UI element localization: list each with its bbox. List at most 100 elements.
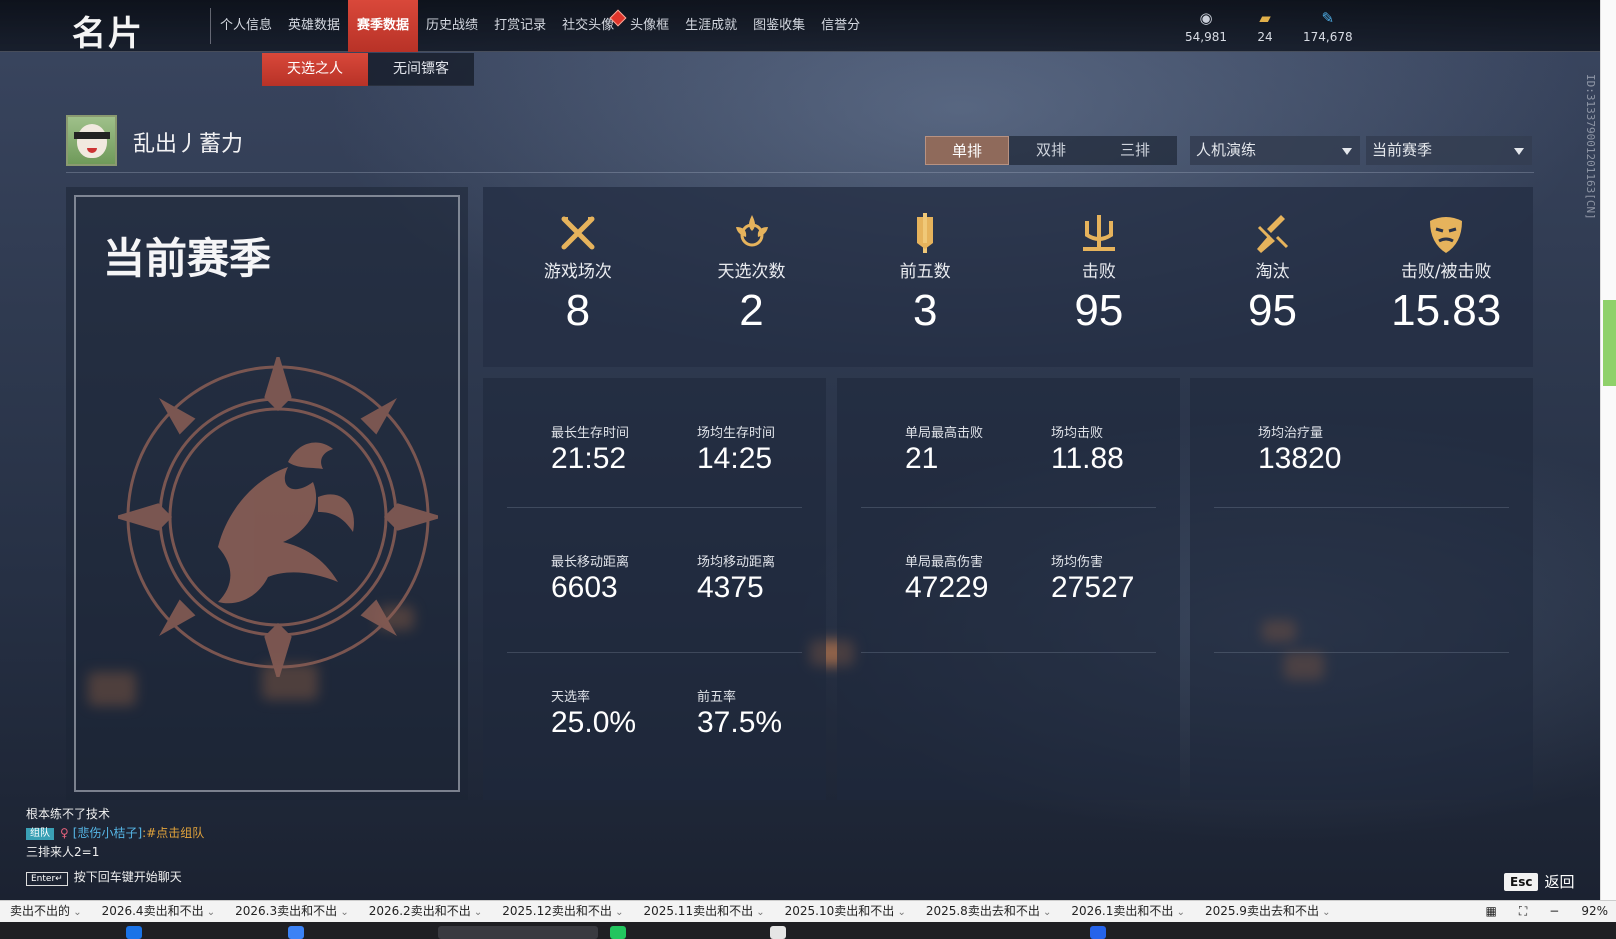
stat-label: 淘汰 (1255, 262, 1290, 282)
nav-item[interactable]: 英雄数据 (280, 0, 348, 52)
stat-value: 2 (739, 286, 764, 335)
season-title: 当前赛季 (103, 234, 272, 283)
main-nav: 个人信息 英雄数据 赛季数据 历史战绩 打赏记录 社交头像 头像框 生涯成就 图鉴收集 信誉分 (212, 0, 868, 52)
stat-label: 游戏场次 (543, 262, 612, 282)
stat-value: 95 (1248, 286, 1297, 335)
top-bar: 名片 个人信息 英雄数据 赛季数据 历史战绩 打赏记录 社交头像 头像框 生涯成就 图鉴收集 信誉… (0, 0, 1600, 54)
avatar[interactable] (66, 115, 117, 166)
female-icon: ♀ (60, 826, 69, 840)
title-divider (210, 8, 211, 44)
bookmark-folder[interactable]: 卖出不出的 (0, 901, 92, 922)
metric-value: 13820 (1258, 442, 1342, 475)
subtab-0[interactable]: 天选之人 (262, 53, 368, 86)
stat-label: 天选次数 (717, 262, 786, 282)
back-button[interactable]: Esc 返回 (1504, 871, 1574, 892)
bookmark-folder[interactable]: 2026.1卖出和不出 (1061, 901, 1195, 922)
season-select[interactable]: 当前赛季 (1366, 136, 1532, 165)
chat-player-link[interactable]: [悲伤小桔子] (73, 826, 142, 840)
taskbar-app-icon[interactable] (610, 926, 626, 939)
player-name: 乱出丿蓄力 (133, 132, 244, 157)
mode-select-value: 人机演练 (1196, 141, 1257, 159)
metric-value: 4375 (697, 571, 764, 604)
metric-value: 27527 (1051, 571, 1135, 604)
metric-label: 最长移动距离 (551, 555, 630, 570)
trident-icon (1082, 215, 1115, 251)
metric-value: 21 (905, 442, 939, 475)
nav-item[interactable]: 头像框 (622, 0, 677, 52)
join-team-link[interactable]: :#点击组队 (142, 826, 204, 840)
bookmarks-bar: 卖出不出的2026.4卖出和不出2026.3卖出和不出2026.2卖出和不出20… (0, 900, 1616, 922)
taskbar-app-icon[interactable] (1090, 926, 1106, 939)
currency-item[interactable]: ◉ 54,981 (1185, 8, 1227, 44)
feather-icon: ✎ (1321, 9, 1335, 27)
metric-label: 场均移动距离 (697, 555, 776, 570)
bookmark-folder[interactable]: 2026.3卖出和不出 (225, 901, 359, 922)
page-title: 名片 (72, 14, 144, 54)
mode-select[interactable]: 人机演练 (1190, 136, 1360, 165)
stat-metric: 最长移动距离 6603 (551, 551, 629, 605)
grid-icon[interactable]: ▦ (1486, 901, 1497, 921)
subtab-1[interactable]: 无间镖客 (368, 53, 474, 86)
browser-tools: ▦ ⛶ − 92% (1485, 901, 1616, 921)
bookmark-folder[interactable]: 2025.10卖出和不出 (775, 901, 916, 922)
chevron-down-icon (1514, 148, 1524, 155)
currency-bar: ◉ 54,981 ▰ 24 ✎ 174,678 (1185, 8, 1353, 44)
metric-label: 场均生存时间 (697, 426, 776, 441)
taskbar-active-app[interactable] (438, 926, 598, 939)
nav-item[interactable]: 图鉴收集 (745, 0, 813, 52)
bookmark-folder[interactable]: 2025.11卖出和不出 (633, 901, 774, 922)
stat-label: 击败 (1081, 262, 1116, 282)
nav-item[interactable]: 信誉分 (813, 0, 868, 52)
stat-label: 击败/被击败 (1400, 262, 1492, 282)
stat-metric: 场均治疗量 13820 (1258, 422, 1341, 476)
currency-item[interactable]: ✎ 174,678 (1303, 8, 1353, 44)
team-mode-button[interactable]: 三排 (1093, 136, 1177, 165)
team-mode-button[interactable]: 双排 (1009, 136, 1093, 165)
summary-stat: 淘汰 95 (1186, 187, 1360, 367)
summary-stats-panel: 游戏场次 8 天选次数 2 前五数 3 击败 95 淘汰 95 击败/被击败 15.83 (483, 187, 1533, 367)
currency-item[interactable]: ▰ 24 (1245, 8, 1285, 44)
nav-item[interactable]: 个人信息 (212, 0, 280, 52)
chat-input-hint[interactable]: Enter↵ 按下回车键开始聊天 (26, 868, 204, 887)
season-card-frame: 当前赛季 (74, 195, 460, 792)
broken-blade-icon (1256, 215, 1288, 253)
chat-message: 三排来人2=1 (26, 845, 100, 859)
nav-item[interactable]: 赛季数据 (348, 0, 419, 52)
summary-stat: 击败/被击败 15.83 (1359, 187, 1533, 367)
chat-message: 组队 ♀ [悲伤小桔子]:#点击组队 (26, 824, 204, 843)
stat-metric: 场均击败 11.88 (1051, 422, 1124, 476)
chat-box: 根本练不了技术 组队 ♀ [悲伤小桔子]:#点击组队 三排来人2=1 Enter↵ 按… (26, 805, 204, 887)
metric-label: 单局最高伤害 (905, 555, 984, 570)
bookmark-folder[interactable]: 2026.4卖出和不出 (92, 901, 226, 922)
season-card: 当前赛季 (66, 187, 468, 800)
header-divider (66, 172, 1534, 173)
stat-value: 95 (1074, 286, 1124, 335)
taskbar-app-icon[interactable] (770, 926, 786, 939)
metric-value: 6603 (551, 571, 618, 604)
coin-icon: ◉ (1199, 9, 1213, 27)
stat-metric: 前五率 37.5% (697, 686, 782, 740)
nav-item[interactable]: 历史战绩 (418, 0, 486, 52)
team-mode-button[interactable]: 单排 (925, 136, 1009, 165)
fullscreen-icon[interactable]: ⛶ (1519, 901, 1527, 921)
enter-key-icon: Enter↵ (26, 872, 68, 886)
zoom-out-icon[interactable]: − (1549, 901, 1559, 921)
nav-item[interactable]: 生涯成就 (677, 0, 745, 52)
nav-item[interactable]: 社交头像 (554, 0, 627, 52)
metric-label: 场均伤害 (1051, 555, 1104, 570)
stat-value: 8 (565, 286, 591, 335)
metric-label: 前五率 (697, 690, 737, 705)
bookmark-folder[interactable]: 2025.12卖出和不出 (492, 901, 633, 922)
taskbar-app-icon[interactable] (288, 926, 304, 939)
bookmark-folder[interactable]: 2025.9卖出去和不出 (1195, 901, 1341, 922)
stat-metric: 天选率 25.0% (551, 686, 636, 740)
nav-item[interactable]: 打赏记录 (486, 0, 554, 52)
bookmark-folder[interactable]: 2025.8卖出去和不出 (916, 901, 1062, 922)
stat-value: 15.83 (1391, 286, 1502, 335)
taskbar-app-icon[interactable] (126, 926, 142, 939)
currency-value: 24 (1257, 30, 1273, 44)
bookmark-folder[interactable]: 2026.2卖出和不出 (359, 901, 493, 922)
browser-side-strip (1600, 0, 1616, 900)
metric-value: 37.5% (697, 706, 783, 739)
chat-hint-text: 按下回车键开始聊天 (73, 870, 182, 884)
